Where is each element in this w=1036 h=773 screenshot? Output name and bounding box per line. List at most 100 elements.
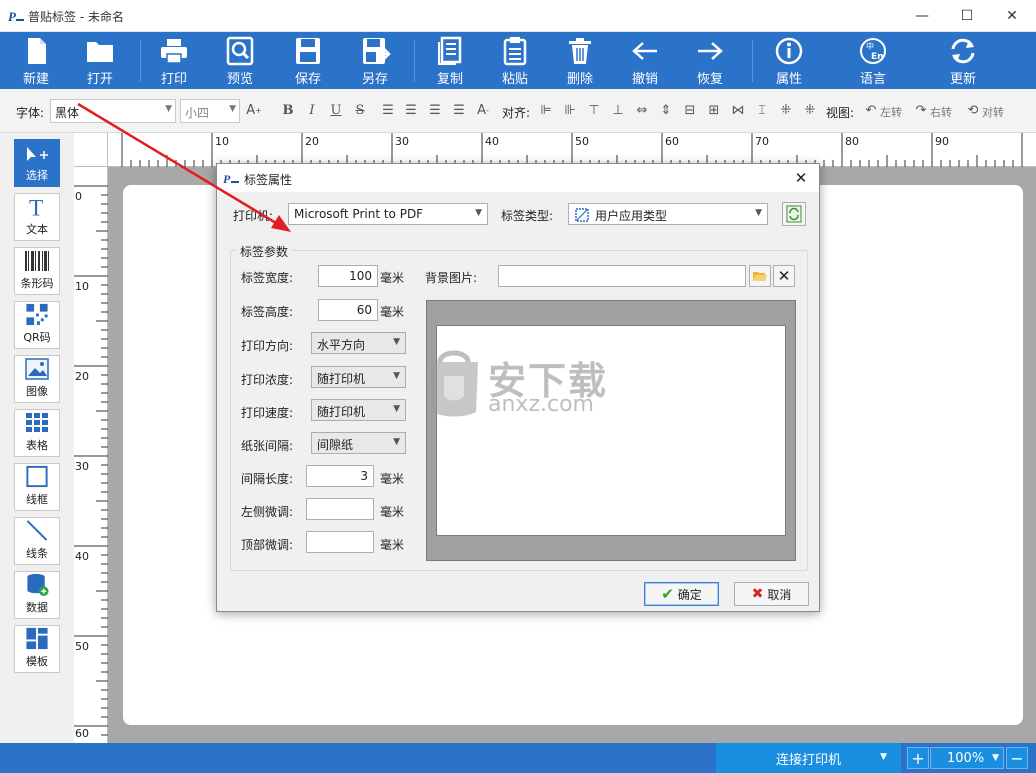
flip-label[interactable]: 对转	[982, 104, 1004, 120]
arrow-right-icon	[698, 42, 723, 60]
rotate-left-label[interactable]: 左转	[880, 104, 902, 120]
font-family-select[interactable]: 黑体 ▼	[50, 99, 176, 123]
center-vertical-icon[interactable]: ⊞	[706, 101, 722, 119]
copy-icon	[438, 36, 462, 65]
template-tool[interactable]: 模板	[14, 625, 60, 673]
rotate-right-label[interactable]: 右转	[930, 104, 952, 120]
font-size-select[interactable]: 小四 ▼	[180, 99, 240, 123]
qrcode-tool[interactable]: QR码	[14, 301, 60, 349]
justify-icon[interactable]: ☰	[451, 101, 467, 119]
height-unit: 毫米	[380, 305, 405, 319]
ruler-top-label: 60	[665, 135, 679, 148]
frame-tool[interactable]: 线框	[14, 463, 60, 511]
data-tool[interactable]: 数据	[14, 571, 60, 619]
redo-button[interactable]: 恢复	[688, 32, 732, 89]
dialog-title: 标签属性	[244, 173, 293, 187]
paste-button[interactable]: 粘贴	[493, 32, 537, 89]
open-folder-icon	[753, 272, 767, 281]
top-adjust-input[interactable]	[306, 531, 374, 553]
barcode-tool[interactable]: 条形码	[14, 247, 60, 295]
ruler-left-label: 50	[75, 640, 89, 653]
flip-icon[interactable]: ⟲	[966, 101, 980, 119]
zoom-in-button[interactable]: +	[907, 747, 929, 769]
table-tool[interactable]: 表格	[14, 409, 60, 457]
text-tool[interactable]: T 文本	[14, 193, 60, 241]
info-icon	[775, 37, 803, 65]
same-height-icon[interactable]: ⇕	[658, 101, 674, 119]
language-button[interactable]: 中 En 语言	[851, 32, 895, 89]
ok-button[interactable]: ✔ 确定	[644, 582, 719, 606]
svg-text:T: T	[29, 195, 43, 219]
rotate-left-icon[interactable]: ↶	[864, 101, 878, 119]
italic-icon[interactable]: I	[304, 101, 320, 119]
cancel-x-icon: ✖	[751, 586, 764, 602]
print-button[interactable]: 打印	[152, 32, 196, 89]
save-button[interactable]: 保存	[286, 32, 330, 89]
strikethrough-icon[interactable]: S	[352, 101, 368, 119]
cancel-button[interactable]: ✖ 取消	[734, 582, 809, 606]
open-button[interactable]: 打开	[78, 32, 122, 89]
select-tool[interactable]: 选择	[14, 139, 60, 187]
density-label: 打印浓度:	[241, 373, 294, 387]
watermark: 安下载 anxz.com	[424, 346, 634, 426]
image-tool[interactable]: 图像	[14, 355, 60, 403]
density-select[interactable]: 随打印机 ▼	[311, 366, 406, 388]
save-as-button[interactable]: 另存	[353, 32, 397, 89]
rotate-right-icon[interactable]: ↷	[914, 101, 928, 119]
grid-align-icon[interactable]: ⁜	[778, 101, 794, 119]
gap-length-input[interactable]: 3	[306, 465, 374, 487]
underline-icon[interactable]: U	[328, 101, 344, 119]
align-objects-right-icon[interactable]: ⊪	[562, 101, 578, 119]
clear-image-button[interactable]: ✕	[773, 265, 795, 287]
speed-select[interactable]: 随打印机 ▼	[311, 399, 406, 421]
width-input[interactable]: 100	[318, 265, 378, 287]
printer-select[interactable]: Microsoft Print to PDF ▼	[288, 203, 488, 225]
connect-printer-button[interactable]: 连接打印机 ▼	[716, 743, 901, 773]
height-input[interactable]: 60	[318, 299, 378, 321]
distribute-vertical-icon[interactable]: ⌶	[754, 101, 770, 119]
properties-button[interactable]: 属性	[767, 32, 811, 89]
zoom-out-button[interactable]: −	[1006, 747, 1028, 769]
font-shrink-icon[interactable]: A-	[475, 101, 491, 119]
label-type-select[interactable]: 用户应用类型 ▼	[568, 203, 768, 225]
close-window-button[interactable]: ✕	[989, 0, 1035, 32]
dialog-close-icon[interactable]: ✕	[791, 168, 811, 188]
align-left-icon[interactable]: ☰	[380, 101, 396, 119]
font-grow-icon[interactable]: A +	[246, 101, 262, 119]
line-tool[interactable]: 线条	[14, 517, 60, 565]
width-unit: 毫米	[380, 271, 405, 285]
toolbar-separator	[752, 40, 753, 82]
distribute-horizontal-icon[interactable]: ⋈	[730, 101, 746, 119]
gap-select[interactable]: 间隙纸 ▼	[311, 432, 406, 454]
grid-snap-icon[interactable]: ⁜	[802, 101, 818, 119]
copy-button[interactable]: 复制	[428, 32, 472, 89]
left-adjust-input[interactable]	[306, 498, 374, 520]
delete-button[interactable]: 删除	[558, 32, 602, 89]
left-adjust-label: 左侧微调:	[241, 505, 294, 519]
zoom-select[interactable]: 100% ▼	[930, 747, 1004, 769]
align-right-icon[interactable]: ☰	[427, 101, 443, 119]
bg-image-input[interactable]	[498, 265, 746, 287]
bg-image-label: 背景图片:	[425, 271, 478, 285]
template-icon	[26, 627, 48, 650]
undo-button[interactable]: 撤销	[623, 32, 667, 89]
preview-button[interactable]: 预览	[218, 32, 262, 89]
new-button[interactable]: 新建	[14, 32, 58, 89]
center-horizontal-icon[interactable]: ⊟	[682, 101, 698, 119]
browse-image-button[interactable]	[749, 265, 771, 287]
align-objects-top-icon[interactable]: ⊤	[586, 101, 602, 119]
align-objects-bottom-icon[interactable]: ⊥	[610, 101, 626, 119]
update-button[interactable]: 更新	[941, 32, 985, 89]
same-width-icon[interactable]: ⇔	[634, 101, 650, 119]
minimize-button[interactable]: —	[899, 0, 945, 32]
bold-icon[interactable]: B	[280, 101, 296, 119]
maximize-button[interactable]: ☐	[944, 0, 990, 32]
direction-select[interactable]: 水平方向 ▼	[311, 332, 406, 354]
refresh-label-type-button[interactable]	[782, 202, 806, 226]
align-objects-left-icon[interactable]: ⊫	[538, 101, 554, 119]
align-center-icon[interactable]: ☰	[403, 101, 419, 119]
width-label: 标签宽度:	[241, 271, 294, 285]
ruler-left-label: 10	[75, 280, 89, 293]
svg-text:P: P	[8, 9, 17, 24]
ruler-top-label: 50	[575, 135, 589, 148]
